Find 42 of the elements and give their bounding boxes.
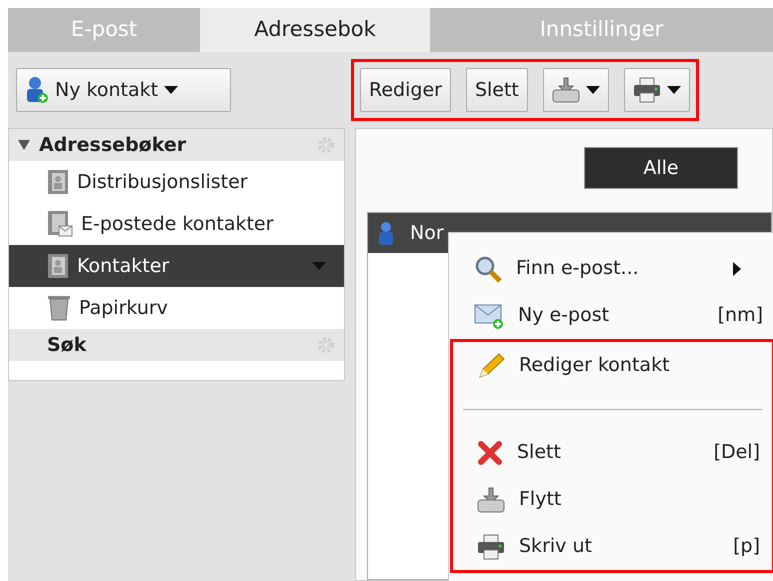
sidebar-item[interactable]: Papirkurv — [9, 287, 344, 329]
caret-icon — [666, 86, 681, 94]
move-menu-button[interactable] — [542, 68, 609, 112]
section-header[interactable]: Adressebøker — [9, 129, 344, 161]
menu-item[interactable]: Flytt — [453, 476, 772, 523]
trash-bin-icon — [47, 295, 71, 321]
envelope-add-icon — [474, 302, 504, 330]
printer-icon — [632, 77, 661, 103]
new-contact-button[interactable]: Ny kontakt — [16, 68, 231, 112]
shortcut-label: [nm] — [718, 303, 763, 328]
delete-icon — [477, 440, 503, 466]
toolbar-button[interactable]: Rediger — [360, 68, 451, 112]
caret-icon — [586, 86, 600, 94]
menu-item[interactable]: Finn e-post... — [450, 245, 773, 292]
address-book-icon — [47, 169, 69, 195]
address-book-mail-icon — [47, 210, 73, 238]
sidebar-item[interactable]: Kontakter — [9, 245, 344, 287]
filter-button[interactable]: Alle — [584, 147, 738, 189]
sidebar-item[interactable]: E-postede kontakter — [9, 203, 344, 245]
person-icon — [376, 221, 396, 245]
address-book-icon — [47, 253, 69, 279]
sidebar-item[interactable]: Distribusjonslister — [9, 161, 344, 203]
section-title: Adressebøker — [39, 132, 186, 158]
print-menu-button[interactable] — [624, 68, 690, 112]
section-header[interactable]: Søk — [9, 329, 344, 361]
search-icon — [474, 254, 502, 282]
pencil-icon — [477, 352, 505, 380]
tab[interactable]: Adressebok — [200, 8, 430, 52]
caret-icon — [312, 262, 326, 270]
shortcut-label: [Del] — [714, 440, 760, 466]
tray-arrow-icon — [477, 486, 505, 512]
shortcut-label: [p] — [733, 534, 760, 560]
menu-item[interactable]: Slett [Del] — [453, 429, 772, 476]
section-title: Søk — [47, 332, 86, 358]
printer-icon — [477, 534, 505, 560]
person-add-icon — [25, 76, 49, 104]
toolbar-button[interactable]: Slett — [466, 68, 528, 112]
menu-item[interactable]: Rediger kontakt — [453, 342, 772, 389]
caret-icon — [164, 86, 178, 94]
menu-item[interactable]: Skriv ut [p] — [453, 523, 772, 570]
tray-arrow-icon — [552, 77, 580, 103]
menu-item[interactable]: Ny e-post [nm] — [450, 292, 773, 339]
